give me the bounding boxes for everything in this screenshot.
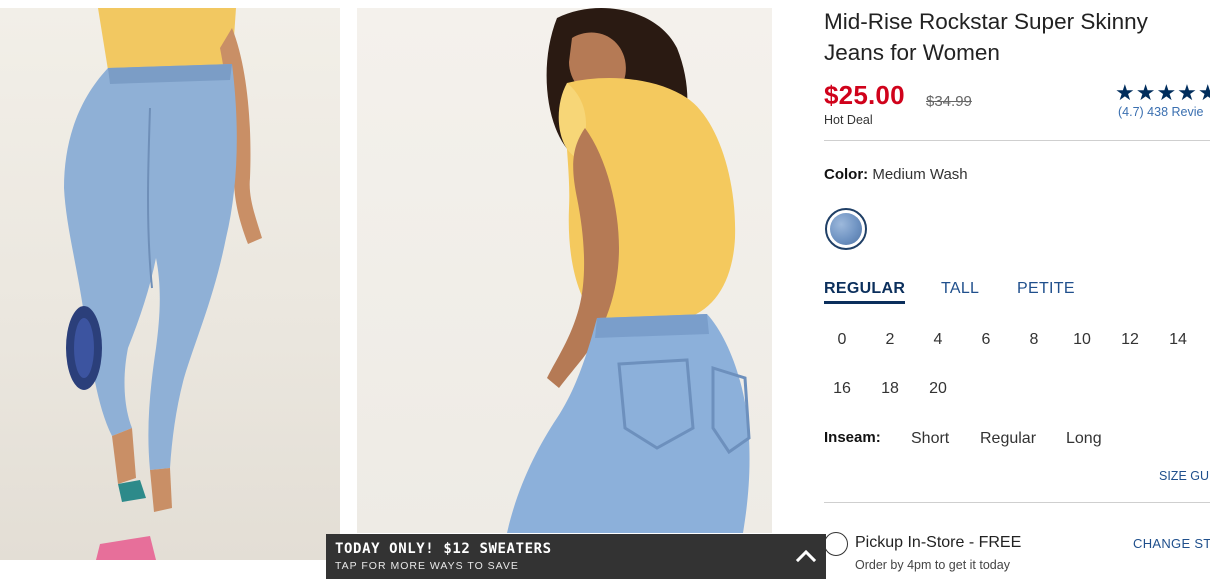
- size-option-16[interactable]: 16: [822, 380, 862, 398]
- original-price: $34.99: [926, 93, 972, 110]
- pickup-label: Pickup In-Store - FREE: [855, 534, 1022, 551]
- product-title: Mid-Rise Rockstar Super Skinny Jeans for…: [824, 9, 1148, 65]
- product-image-front[interactable]: [0, 8, 340, 560]
- promo-subtitle: TAP FOR MORE WAYS TO SAVE: [335, 560, 519, 572]
- inseam-regular[interactable]: Regular: [980, 430, 1036, 448]
- divider: [824, 140, 1210, 141]
- chevron-up-icon[interactable]: [794, 544, 818, 568]
- size-option-6[interactable]: 6: [966, 331, 1006, 349]
- model-back-illustration: [507, 8, 751, 533]
- size-option-20[interactable]: 20: [918, 380, 958, 398]
- divider: [824, 502, 1210, 503]
- inseam-label: Inseam:: [824, 429, 881, 446]
- reviews-link[interactable]: (4.7) 438 Revie: [1118, 105, 1203, 119]
- product-image-back[interactable]: [357, 8, 772, 533]
- color-selection: Color: Medium Wash: [824, 166, 968, 183]
- size-guide-link[interactable]: SIZE GUI: [1159, 469, 1210, 483]
- tab-tall[interactable]: TALL: [941, 280, 979, 298]
- star-rating-icon[interactable]: ★★★★★: [1115, 80, 1210, 106]
- size-option-0[interactable]: 0: [822, 331, 862, 349]
- promo-title: TODAY ONLY! $12 SWEATERS: [335, 541, 552, 557]
- deal-badge: Hot Deal: [824, 113, 873, 127]
- color-swatch-medium-wash[interactable]: [825, 208, 867, 250]
- tab-regular[interactable]: REGULAR: [824, 280, 906, 304]
- inseam-short[interactable]: Short: [911, 430, 949, 448]
- size-option-18[interactable]: 18: [870, 380, 910, 398]
- change-store-link[interactable]: CHANGE STO: [1133, 536, 1210, 551]
- inseam-long[interactable]: Long: [1066, 430, 1102, 448]
- size-option-14[interactable]: 14: [1158, 331, 1198, 349]
- pickup-subtext: Order by 4pm to get it today: [855, 558, 1010, 572]
- size-option-10[interactable]: 10: [1062, 331, 1102, 349]
- color-label: Color:: [824, 166, 869, 183]
- size-option-4[interactable]: 4: [918, 331, 958, 349]
- tab-petite[interactable]: PETITE: [1017, 280, 1075, 298]
- model-front-illustration: [64, 8, 262, 560]
- promo-banner[interactable]: TODAY ONLY! $12 SWEATERS TAP FOR MORE WA…: [326, 534, 826, 579]
- size-option-8[interactable]: 8: [1014, 331, 1054, 349]
- size-option-12[interactable]: 12: [1110, 331, 1150, 349]
- size-option-2[interactable]: 2: [870, 331, 910, 349]
- pickup-radio[interactable]: [824, 532, 848, 556]
- sale-price: $25.00: [824, 80, 905, 110]
- color-value: Medium Wash: [872, 166, 968, 183]
- swatch-fill: [830, 213, 862, 245]
